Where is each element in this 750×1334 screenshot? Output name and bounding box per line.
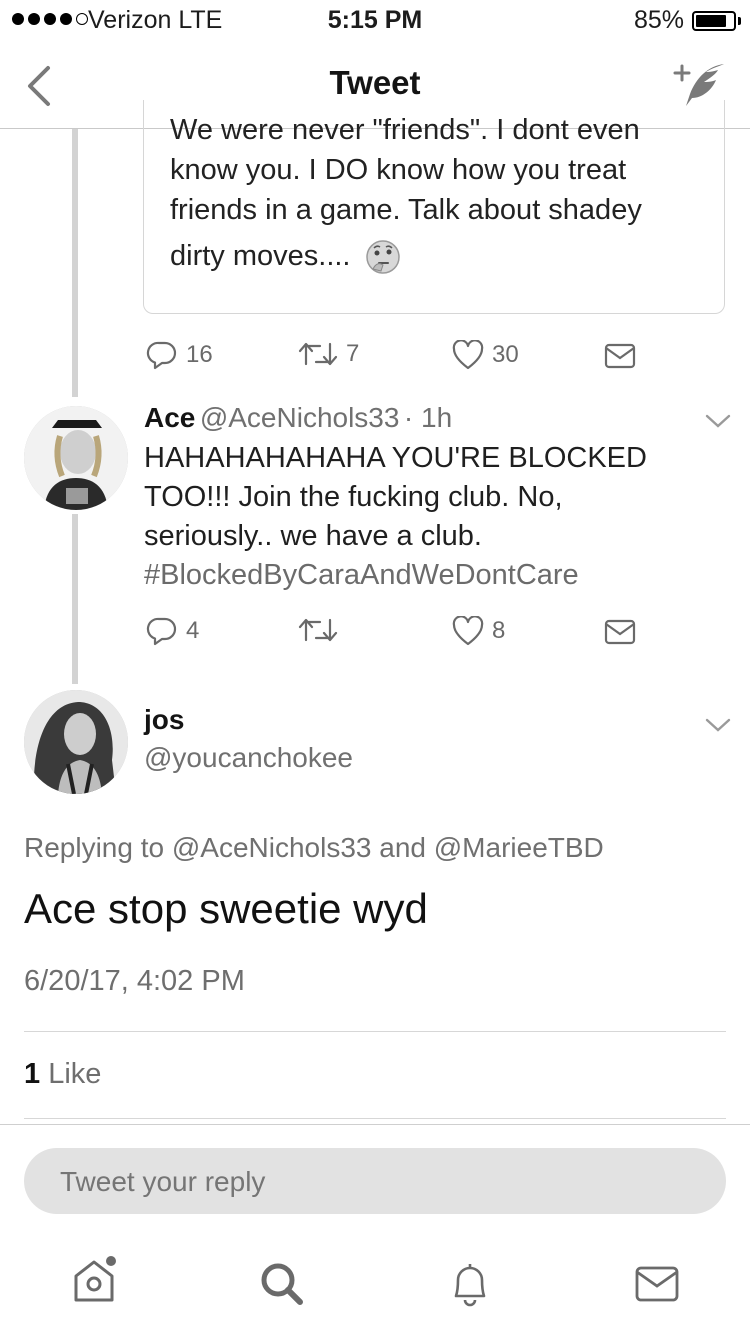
retweet-count: 7 [346, 340, 360, 367]
hashtag-link[interactable]: #BlockedByCaraAndWeDontCare [144, 556, 704, 595]
quoted-line: know you. I DO know how you treat [170, 154, 627, 186]
likes-summary[interactable]: 1 Like [24, 1058, 101, 1091]
likes-count: 1 [24, 1058, 41, 1090]
direct-message-icon[interactable] [604, 618, 636, 646]
reply-count: 16 [186, 341, 213, 368]
status-bar: Verizon LTE 5:15 PM 85% [0, 0, 750, 40]
chevron-down-icon[interactable] [704, 716, 732, 734]
thinking-face-icon [365, 240, 400, 275]
replying-to-label[interactable]: Replying to @AceNichols33 and @MarieeTBD [24, 832, 604, 864]
retweet-icon [298, 342, 338, 366]
retweet-icon [298, 618, 338, 642]
reply-input[interactable] [60, 1166, 680, 1198]
quoted-line: friends in a game. Talk about shadey [170, 194, 642, 226]
avatar[interactable] [24, 406, 128, 510]
reply-icon [146, 341, 177, 370]
chevron-down-icon[interactable] [704, 412, 732, 430]
quoted-tweet-text: We were never "friends". I dont even kno… [170, 112, 710, 276]
avatar-photo-icon [24, 406, 128, 510]
avatar[interactable] [24, 690, 128, 794]
tweet-line: seriously.. we have a club. [144, 520, 482, 552]
author-handle[interactable]: @youcanchokee [144, 742, 353, 774]
tweet-line: HAHAHAHAHAHA YOU'RE BLOCKED [144, 442, 647, 474]
thread-connector-line [72, 514, 78, 684]
like-action[interactable]: 30 [452, 340, 519, 370]
tweet-line: TOO!!! Join the fucking club. No, [144, 481, 563, 513]
like-action[interactable]: 8 [452, 616, 505, 646]
author-handle[interactable]: @AceNichols33 [200, 402, 400, 433]
direct-message-icon[interactable] [604, 342, 636, 370]
reply-count: 4 [186, 617, 200, 644]
reply-action[interactable]: 4 [146, 616, 199, 646]
tweet-text: HAHAHAHAHAHA YOU'RE BLOCKED TOO!!! Join … [144, 439, 704, 595]
divider [0, 1124, 750, 1125]
battery-percent: 85% [633, 6, 684, 34]
search-icon[interactable] [256, 1258, 308, 1310]
divider [24, 1031, 726, 1032]
divider [24, 1118, 726, 1119]
like-count: 30 [492, 341, 519, 368]
retweet-action[interactable]: 7 [298, 340, 359, 368]
battery-level-fill [696, 15, 726, 27]
quoted-line: We were never "friends". I dont even [170, 114, 640, 146]
focal-tweet-text: Ace stop sweetie wyd [24, 885, 428, 932]
heart-icon [452, 616, 484, 646]
author-name[interactable]: Ace [144, 402, 195, 433]
tweet-timestamp: 6/20/17, 4:02 PM [24, 965, 245, 997]
reply-action[interactable]: 16 [146, 340, 213, 370]
author-name[interactable]: jos [144, 704, 184, 736]
tweet-time: · 1h [403, 402, 453, 433]
notifications-icon[interactable] [444, 1258, 496, 1310]
likes-label: Like [40, 1058, 102, 1090]
tweet-header: Ace @AceNichols33 · 1h [144, 402, 452, 434]
page-title: Tweet [329, 64, 421, 101]
quoted-line: dirty moves.... [170, 240, 351, 272]
retweet-action[interactable] [298, 616, 346, 644]
like-count: 8 [492, 617, 506, 644]
heart-icon [452, 340, 484, 370]
home-icon[interactable] [68, 1254, 120, 1306]
reply-icon [146, 617, 177, 646]
battery-icon [692, 11, 736, 31]
thread-connector-line [72, 129, 78, 397]
avatar-photo-icon [24, 690, 128, 794]
messages-icon[interactable] [632, 1260, 684, 1312]
